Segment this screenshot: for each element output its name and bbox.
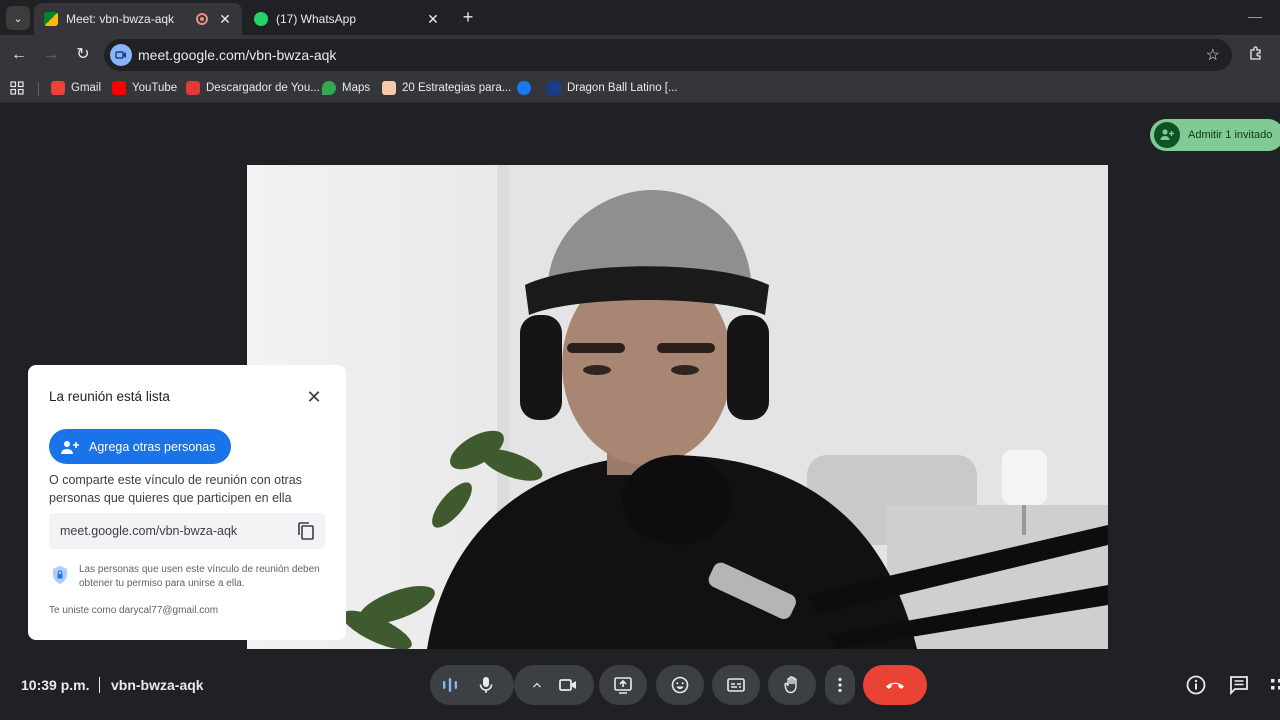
address-url: meet.google.com/vbn-bwza-aqk xyxy=(138,47,337,63)
bookmarks-separator xyxy=(38,82,39,96)
close-tab-icon[interactable]: ✕ xyxy=(218,11,232,28)
whatsapp-icon xyxy=(254,12,268,26)
add-person-icon xyxy=(1154,122,1180,148)
extensions-puzzle-icon[interactable] xyxy=(1248,45,1264,65)
reload-icon[interactable]: ↻ xyxy=(71,43,95,67)
captions-icon xyxy=(727,678,745,692)
gmail-icon xyxy=(51,81,65,95)
audio-level-icon xyxy=(443,678,457,692)
add-people-label: Agrega otras personas xyxy=(89,439,216,454)
page-icon xyxy=(547,81,561,95)
facebook-icon xyxy=(517,81,531,95)
participant-video xyxy=(247,165,1108,649)
back-arrow-icon[interactable]: ← xyxy=(7,43,31,67)
chat-icon[interactable] xyxy=(1228,674,1250,696)
close-tab-icon[interactable]: ✕ xyxy=(426,11,440,28)
meet-call-area: Admitir 1 invitado La reunión está lista… xyxy=(0,104,1280,720)
emoji-reactions-button[interactable] xyxy=(656,665,704,705)
meeting-link[interactable]: meet.google.com/vbn-bwza-aqk xyxy=(60,524,237,538)
shield-icon xyxy=(53,566,67,584)
bookmark-dragon-ball[interactable]: Dragon Ball Latino [... xyxy=(547,81,678,95)
tab-whatsapp-title: (17) WhatsApp xyxy=(276,12,357,26)
activities-icon[interactable] xyxy=(1268,674,1280,696)
bookmarks-bar: Gmail YouTube Descargador de You... Maps… xyxy=(0,75,1280,103)
captions-button[interactable] xyxy=(712,665,760,705)
browser-tab-bar: ⌄ Meet: vbn-bwza-aqk ✕ (17) WhatsApp ✕ +… xyxy=(0,0,1280,35)
bookmark-youtube[interactable]: YouTube xyxy=(112,81,177,95)
download-icon xyxy=(186,81,200,95)
bookmark-label: Dragon Ball Latino [... xyxy=(567,82,678,94)
meeting-ready-dialog: La reunión está lista ✕ Agrega otras per… xyxy=(28,365,346,640)
more-vert-icon xyxy=(838,677,842,693)
admit-guest-button[interactable]: Admitir 1 invitado xyxy=(1150,119,1280,151)
bookmark-label: Maps xyxy=(342,82,371,94)
time-code-separator xyxy=(99,677,100,693)
add-person-icon xyxy=(61,440,79,454)
meeting-link-box: meet.google.com/vbn-bwza-aqk xyxy=(49,513,325,549)
chevron-up-icon[interactable] xyxy=(530,678,544,692)
recording-icon xyxy=(196,13,208,25)
camera-icon[interactable] xyxy=(558,675,578,695)
meet-site-icon xyxy=(110,44,132,66)
bookmark-estrategias[interactable]: 20 Estrategias para... xyxy=(382,81,511,95)
raise-hand-icon xyxy=(784,676,797,694)
page-icon xyxy=(382,81,396,95)
tab-meet[interactable]: Meet: vbn-bwza-aqk ✕ xyxy=(34,3,242,35)
address-bar[interactable]: meet.google.com/vbn-bwza-aqk ☆ xyxy=(104,39,1232,71)
bookmark-label: Gmail xyxy=(71,82,102,94)
bookmark-gmail[interactable]: Gmail xyxy=(51,81,101,95)
dialog-title: La reunión está lista xyxy=(49,389,170,404)
audio-controls xyxy=(430,665,514,705)
permission-note: Las personas que usen este vínculo de re… xyxy=(79,564,320,589)
emoji-icon xyxy=(671,676,689,694)
tab-search-chevron-icon[interactable]: ⌄ xyxy=(6,6,30,30)
raise-hand-button[interactable] xyxy=(768,665,816,705)
share-instructions: O comparte este vínculo de reunión con o… xyxy=(49,473,302,505)
meeting-code: vbn-bwza-aqk xyxy=(111,677,204,693)
bookmark-facebook[interactable] xyxy=(517,81,537,95)
meeting-info-icon[interactable] xyxy=(1185,674,1207,696)
camera-controls xyxy=(514,665,594,705)
copy-icon[interactable] xyxy=(297,521,315,541)
tab-whatsapp[interactable]: (17) WhatsApp ✕ xyxy=(244,3,450,35)
meeting-time: 10:39 p.m. xyxy=(21,677,90,693)
forward-arrow-icon[interactable]: → xyxy=(39,43,63,67)
joined-as-text: Te uniste como darycal77@gmail.com xyxy=(49,605,219,616)
browser-toolbar: ← → ↻ meet.google.com/vbn-bwza-aqk ☆ xyxy=(0,35,1280,75)
bookmark-star-icon[interactable]: ☆ xyxy=(1206,45,1220,65)
add-people-button[interactable]: Agrega otras personas xyxy=(49,429,231,464)
video-frame-image xyxy=(247,165,1108,649)
more-options-button[interactable] xyxy=(825,665,855,705)
bookmark-descargador[interactable]: Descargador de You... xyxy=(186,81,320,95)
microphone-icon[interactable] xyxy=(476,675,496,695)
youtube-icon xyxy=(112,81,126,95)
bookmark-label: Descargador de You... xyxy=(206,82,320,94)
apps-grid-icon[interactable] xyxy=(10,81,24,95)
end-call-icon xyxy=(886,682,904,689)
close-icon[interactable]: ✕ xyxy=(304,387,324,407)
new-tab-icon[interactable]: + xyxy=(458,7,478,27)
bookmark-label: YouTube xyxy=(132,82,178,94)
present-screen-button[interactable] xyxy=(599,665,647,705)
maps-pin-icon xyxy=(322,81,336,95)
minimize-window-icon[interactable]: — xyxy=(1248,8,1262,24)
tab-meet-title: Meet: vbn-bwza-aqk xyxy=(66,12,175,26)
present-screen-icon xyxy=(614,677,632,694)
end-call-button[interactable] xyxy=(863,665,927,705)
admit-guest-label: Admitir 1 invitado xyxy=(1188,129,1273,141)
bookmark-maps[interactable]: Maps xyxy=(322,81,370,95)
google-meet-icon xyxy=(44,12,58,26)
bookmark-label: 20 Estrategias para... xyxy=(402,82,512,94)
